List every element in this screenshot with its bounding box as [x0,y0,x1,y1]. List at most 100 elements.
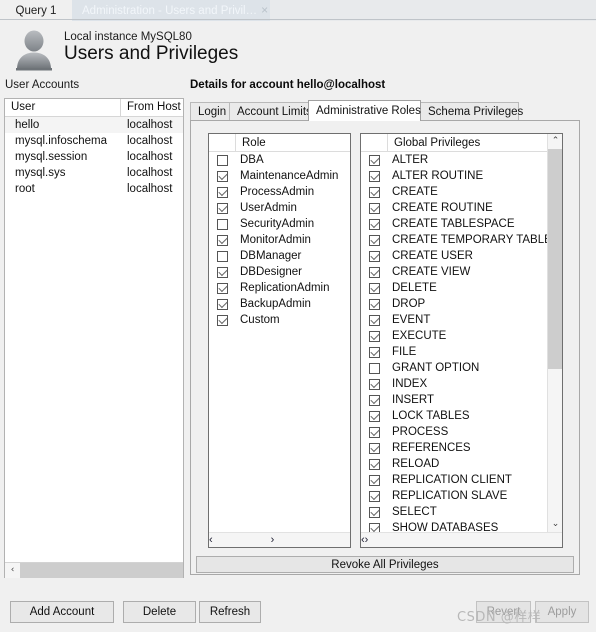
table-row[interactable]: root localhost [5,181,183,197]
privilege-checkbox-cell[interactable] [361,426,388,438]
privilege-checkbox-cell[interactable] [361,458,388,470]
list-item[interactable]: DROP [361,296,562,312]
privilege-checkbox-cell[interactable] [361,442,388,454]
checkbox-checked-icon[interactable] [217,298,228,310]
refresh-button[interactable]: Refresh [199,601,261,623]
list-item[interactable]: CREATE USER [361,248,562,264]
privilege-checkbox-cell[interactable] [361,186,388,198]
table-row[interactable]: mysql.sys localhost [5,165,183,181]
revoke-all-privileges-button[interactable]: Revoke All Privileges [196,556,574,573]
list-item[interactable]: DBA [209,152,350,168]
user-accounts-list[interactable]: User From Host hello localhost mysql.infos… [4,98,184,578]
list-item[interactable]: FILE [361,344,562,360]
close-icon[interactable]: × [261,4,268,17]
list-item[interactable]: CREATE TABLESPACE [361,216,562,232]
checkbox-checked-icon[interactable] [369,234,380,246]
list-item[interactable]: Custom [209,312,350,328]
checkbox-checked-icon[interactable] [369,266,380,278]
checkbox-checked-icon[interactable] [369,506,380,518]
roles-scroll-right-icon[interactable]: › [271,534,275,546]
list-item[interactable]: CREATE [361,184,562,200]
checkbox-checked-icon[interactable] [369,330,380,342]
role-checkbox-cell[interactable] [209,234,236,246]
privilege-checkbox-cell[interactable] [361,250,388,262]
roles-listbox[interactable]: Role DBA MaintenanceAdmin ProcessAdmin User… [208,133,351,548]
tab-administrative-roles[interactable]: Administrative Roles [308,100,421,121]
privilege-checkbox-cell[interactable] [361,490,388,502]
tab-login[interactable]: Login [190,102,230,121]
privileges-hscrollbar[interactable]: ‹ › [361,532,562,547]
add-account-button[interactable]: Add Account [10,601,114,623]
table-row[interactable]: mysql.session localhost [5,149,183,165]
role-checkbox-cell[interactable] [209,266,236,278]
role-checkbox-cell[interactable] [209,250,236,262]
list-item[interactable]: ProcessAdmin [209,184,350,200]
privilege-checkbox-cell[interactable] [361,234,388,246]
list-item[interactable]: INSERT [361,392,562,408]
checkbox-checked-icon[interactable] [369,410,380,422]
checkbox-unchecked-icon[interactable] [217,154,228,166]
roles-scroll-left-icon[interactable]: ‹ [209,534,213,546]
privilege-checkbox-cell[interactable] [361,298,388,310]
checkbox-checked-icon[interactable] [369,490,380,502]
tab-administration-users-privileges[interactable]: Administration - Users and Privil… × [72,0,270,21]
list-item[interactable]: ALTER [361,152,562,168]
checkbox-checked-icon[interactable] [369,202,380,214]
privilege-checkbox-cell[interactable] [361,474,388,486]
privilege-checkbox-cell[interactable] [361,378,388,390]
scroll-left-icon[interactable]: ‹ [5,562,20,578]
privilege-checkbox-cell[interactable] [361,282,388,294]
list-item[interactable]: EVENT [361,312,562,328]
list-item[interactable]: LOCK TABLES [361,408,562,424]
checkbox-checked-icon[interactable] [217,202,228,214]
list-item[interactable]: INDEX [361,376,562,392]
privileges-scroll-right-icon[interactable]: › [365,534,369,546]
privileges-vscrollbar[interactable]: ⌃ ⌄ [547,134,562,532]
checkbox-checked-icon[interactable] [217,266,228,278]
privilege-checkbox-cell[interactable] [361,410,388,422]
privilege-checkbox-cell[interactable] [361,394,388,406]
list-item[interactable]: GRANT OPTION [361,360,562,376]
tab-query-1[interactable]: Query 1 [0,0,72,21]
checkbox-checked-icon[interactable] [217,234,228,246]
role-checkbox-cell[interactable] [209,298,236,310]
list-item[interactable]: PROCESS [361,424,562,440]
list-item[interactable]: MonitorAdmin [209,232,350,248]
scroll-up-icon[interactable]: ⌃ [548,134,562,149]
hscroll-thumb[interactable] [20,562,183,578]
checkbox-unchecked-icon[interactable] [369,362,380,374]
checkbox-checked-icon[interactable] [369,186,380,198]
list-item[interactable]: SELECT [361,504,562,520]
list-item[interactable]: ReplicationAdmin [209,280,350,296]
list-item[interactable]: CREATE ROUTINE [361,200,562,216]
role-checkbox-cell[interactable] [209,282,236,294]
checkbox-checked-icon[interactable] [217,282,228,294]
role-checkbox-cell[interactable] [209,154,236,166]
checkbox-checked-icon[interactable] [369,218,380,230]
checkbox-checked-icon[interactable] [369,426,380,438]
checkbox-checked-icon[interactable] [369,378,380,390]
checkbox-checked-icon[interactable] [217,186,228,198]
global-privileges-listbox[interactable]: Global Privileges ALTER ALTER ROUTINE CREA… [360,133,563,548]
privilege-checkbox-cell[interactable] [361,170,388,182]
checkbox-unchecked-icon[interactable] [217,250,228,262]
privilege-checkbox-cell[interactable] [361,266,388,278]
checkbox-checked-icon[interactable] [369,282,380,294]
checkbox-checked-icon[interactable] [369,394,380,406]
list-item[interactable]: DBDesigner [209,264,350,280]
checkbox-checked-icon[interactable] [369,298,380,310]
privilege-checkbox-cell[interactable] [361,506,388,518]
list-item[interactable]: RELOAD [361,456,562,472]
list-item[interactable]: EXECUTE [361,328,562,344]
list-item[interactable]: MaintenanceAdmin [209,168,350,184]
table-row[interactable]: hello localhost [5,117,183,133]
role-checkbox-cell[interactable] [209,314,236,326]
role-checkbox-cell[interactable] [209,218,236,230]
vscroll-thumb[interactable] [548,149,562,369]
list-item[interactable]: UserAdmin [209,200,350,216]
privilege-checkbox-cell[interactable] [361,202,388,214]
list-item[interactable]: ALTER ROUTINE [361,168,562,184]
hscroll-track[interactable] [20,562,183,578]
list-item[interactable]: REPLICATION CLIENT [361,472,562,488]
checkbox-checked-icon[interactable] [369,314,380,326]
